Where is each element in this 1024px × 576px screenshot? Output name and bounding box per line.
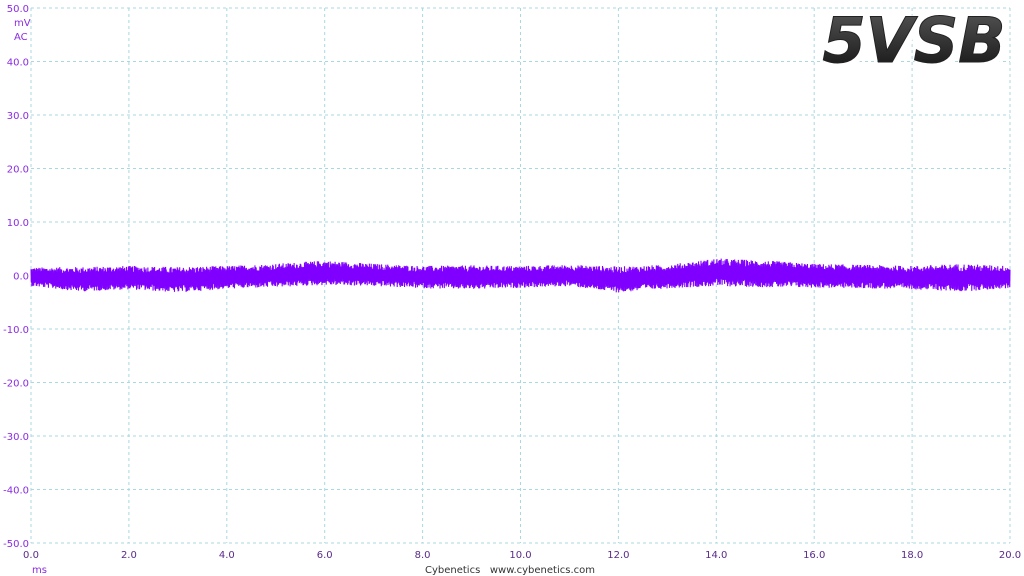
x-tick-label: 8.0 bbox=[415, 550, 431, 561]
ripple-trace-line bbox=[30, 258, 1011, 293]
y-tick-label: -10.0 bbox=[3, 325, 29, 336]
x-tick-label: 10.0 bbox=[509, 550, 531, 561]
y-tick-label: -20.0 bbox=[3, 379, 29, 390]
x-axis: 0.0 2.0 4.0 6.0 8.0 10.0 12.0 14.0 16.0 18.0 20.0 bbox=[23, 550, 1021, 561]
y-tick-label: 0.0 bbox=[13, 272, 29, 283]
y-tick-label: -40.0 bbox=[3, 486, 29, 497]
footer-credit: Cybenetics www.cybenetics.com bbox=[425, 565, 595, 576]
y-tick-label: 30.0 bbox=[7, 111, 29, 122]
x-tick-label: 6.0 bbox=[317, 550, 333, 561]
y-tick-label: 50.0 bbox=[7, 4, 29, 15]
x-tick-label: 4.0 bbox=[219, 550, 235, 561]
x-tick-label: 16.0 bbox=[803, 550, 825, 561]
x-unit-label: ms bbox=[32, 565, 47, 576]
x-tick-label: 14.0 bbox=[705, 550, 727, 561]
x-tick-label: 2.0 bbox=[121, 550, 137, 561]
x-tick-label: 18.0 bbox=[901, 550, 923, 561]
x-tick-label: 12.0 bbox=[607, 550, 629, 561]
x-tick-label: 0.0 bbox=[23, 550, 39, 561]
coupling-label: AC bbox=[14, 32, 28, 43]
y-tick-label: 40.0 bbox=[7, 58, 29, 69]
y-unit-label: mV bbox=[14, 18, 31, 29]
ripple-trace-series bbox=[30, 258, 1011, 293]
y-tick-label: 10.0 bbox=[7, 218, 29, 229]
oscilloscope-plot: 50.0 40.0 30.0 20.0 10.0 0.0 -10.0 -20.0 -30.0 -4… bbox=[3, 3, 1021, 576]
y-tick-label: -30.0 bbox=[3, 432, 29, 443]
rail-title: 5VSB bbox=[822, 4, 1005, 77]
y-tick-label: 20.0 bbox=[7, 165, 29, 176]
y-axis: 50.0 40.0 30.0 20.0 10.0 0.0 -10.0 -20.0 -30.0 -4… bbox=[3, 4, 29, 550]
x-tick-label: 20.0 bbox=[999, 550, 1021, 561]
y-tick-label: -50.0 bbox=[3, 539, 29, 550]
